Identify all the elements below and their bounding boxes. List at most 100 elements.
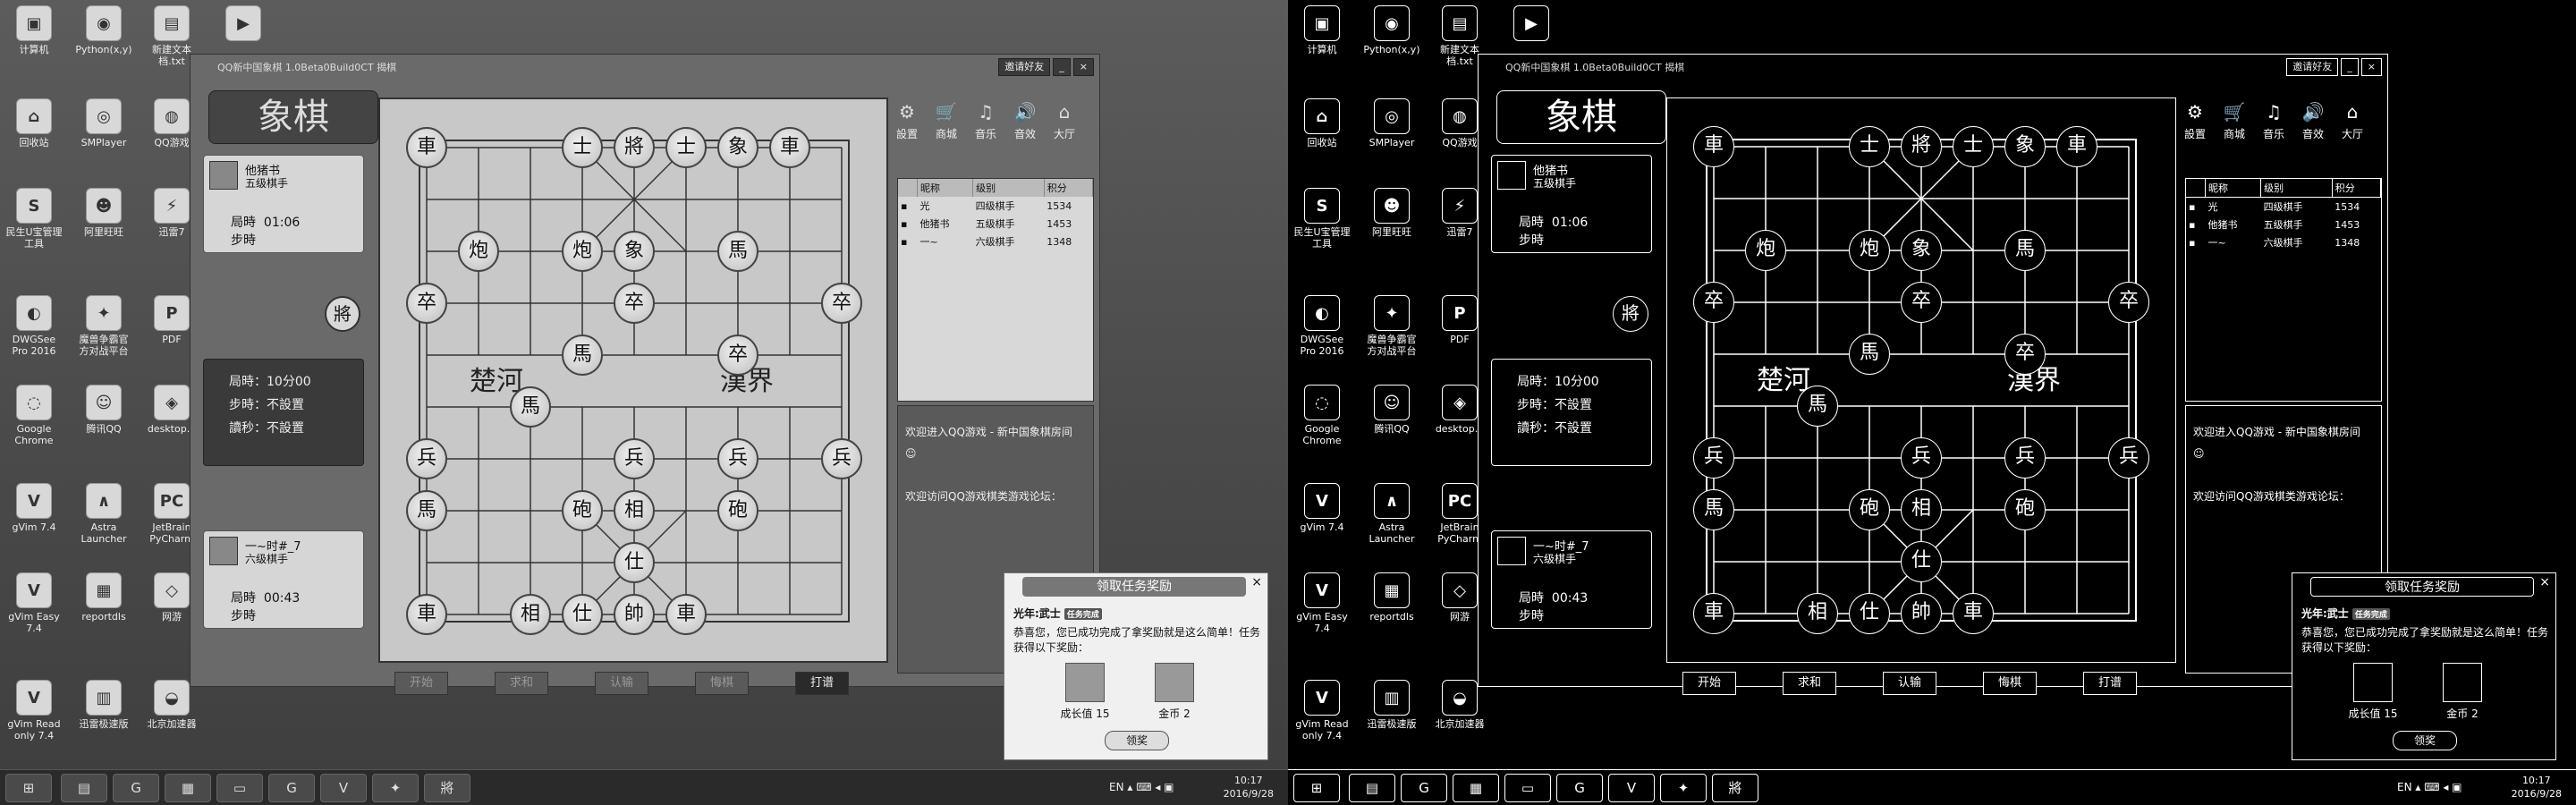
taskbar-app-icon[interactable]: G <box>113 774 159 802</box>
table-row[interactable]: ▪ 一~ 六级棋手 1348 <box>898 233 1093 250</box>
taskbar-app-icon[interactable]: ▦ <box>165 774 211 802</box>
chess-piece[interactable]: 相 <box>1797 593 1838 634</box>
tool-button[interactable]: ⚙ 設置 <box>2178 99 2212 141</box>
chess-piece[interactable]: 車 <box>1693 126 1734 167</box>
chess-piece[interactable]: 車 <box>406 127 447 168</box>
chess-piece[interactable]: 車 <box>1953 593 1994 634</box>
taskbar-app-icon[interactable]: ▭ <box>1504 774 1551 802</box>
clock[interactable]: 10:17 2016/9/28 <box>2512 774 2562 801</box>
popup-close-icon[interactable]: × <box>2539 575 2550 589</box>
chess-board[interactable]: 楚河 漢界 車士將士象車炮炮象馬卒卒卒馬卒馬兵兵兵兵馬砲相砲仕車相仕帥車 <box>378 97 888 663</box>
chess-piece[interactable]: 馬 <box>510 386 551 428</box>
column-header[interactable]: 积分 <box>2332 179 2382 198</box>
chess-piece[interactable]: 卒 <box>717 335 758 376</box>
desktop-icon[interactable]: VgVim Easy 7.4 <box>1293 572 1351 634</box>
chess-piece[interactable]: 相 <box>1901 489 1942 530</box>
chess-piece[interactable]: 將 <box>614 127 655 168</box>
desktop-icon[interactable]: VgVim Easy 7.4 <box>5 572 63 634</box>
chess-piece[interactable]: 炮 <box>1849 230 1890 271</box>
chess-piece[interactable]: 兵 <box>1693 437 1734 479</box>
chess-piece[interactable]: 卒 <box>1901 282 1942 323</box>
taskbar-app-icon[interactable]: 將 <box>424 774 470 802</box>
chess-piece[interactable]: 仕 <box>1849 593 1890 634</box>
chess-piece[interactable]: 帥 <box>614 594 655 635</box>
system-tray-icons[interactable]: EN ▴ ⌨ ◂ ▣ <box>1109 781 1174 793</box>
desktop-icon[interactable]: ⌂ 回收站 <box>1293 98 1351 148</box>
desktop-icon[interactable]: ◉ Python(x,y) <box>1363 5 1420 55</box>
chess-piece[interactable]: 帥 <box>1901 593 1942 634</box>
column-header[interactable] <box>898 179 918 197</box>
tool-button[interactable]: ♫ 音乐 <box>2257 99 2291 141</box>
desktop-icon[interactable]: ∧ Astra Launcher <box>1363 483 1420 545</box>
chess-piece[interactable]: 砲 <box>1849 489 1890 530</box>
popup-close-icon[interactable]: × <box>1251 575 1262 589</box>
desktop-icon[interactable]: S 民生U宝管理 工具 <box>1293 188 1351 250</box>
chess-piece[interactable]: 卒 <box>614 283 655 324</box>
table-row[interactable]: ▪ 一~ 六级棋手 1348 <box>2186 233 2381 251</box>
board-action-button[interactable]: 认输 <box>595 672 648 695</box>
chess-piece[interactable]: 馬 <box>717 231 758 272</box>
chess-piece[interactable]: 卒 <box>2004 334 2046 375</box>
taskbar-app-icon[interactable]: V <box>1608 774 1655 802</box>
desktop-icon[interactable]: ◐ DWGSee Pro 2016 <box>1293 295 1351 357</box>
desktop-icon[interactable]: ◎ SMPlayer <box>75 98 132 148</box>
claim-reward-button[interactable]: 领奖 <box>2393 731 2457 750</box>
tool-button[interactable]: 🛒 商城 <box>2217 99 2251 141</box>
desktop-icon[interactable]: ◐ DWGSee Pro 2016 <box>5 295 63 357</box>
minimize-button[interactable]: _ <box>2341 58 2359 76</box>
chess-piece[interactable]: 卒 <box>406 283 447 324</box>
column-header[interactable]: 积分 <box>1044 179 1094 197</box>
player-list[interactable]: 昵称 级别 积分 ▪ 光 四级棋手 1534 ▪ 他猪书 五级棋手 1453 ▪ 一~ 六级棋手 1348 <box>897 178 1094 402</box>
desktop-icon[interactable]: ✦ 魔兽争霸官 方对战平台 <box>1363 295 1420 357</box>
desktop-icon[interactable]: ▶ <box>1503 5 1560 44</box>
chess-piece[interactable]: 仕 <box>1901 541 1942 582</box>
desktop-icon[interactable]: ◉ Python(x,y) <box>75 5 132 55</box>
taskbar-app-icon[interactable]: ⊞ <box>5 774 52 802</box>
board-action-button[interactable]: 开始 <box>394 672 448 695</box>
board-action-button[interactable]: 打谱 <box>2083 672 2137 695</box>
desktop-icon[interactable]: ⌂ 回收站 <box>5 98 63 148</box>
claim-reward-button[interactable]: 领奖 <box>1105 731 1169 750</box>
chess-piece[interactable]: 馬 <box>2004 230 2046 271</box>
tool-button[interactable]: ⌂ 大厅 <box>2335 99 2369 141</box>
close-button[interactable]: × <box>1072 58 1094 76</box>
board-action-button[interactable]: 打谱 <box>795 672 849 695</box>
taskbar-app-icon[interactable]: ▦ <box>1453 774 1499 802</box>
desktop-icon[interactable]: ∧ Astra Launcher <box>75 483 132 545</box>
taskbar-app-icon[interactable]: V <box>320 774 367 802</box>
column-header[interactable] <box>2186 179 2206 198</box>
board-action-button[interactable]: 求和 <box>495 672 548 695</box>
chess-piece[interactable]: 炮 <box>1745 230 1786 271</box>
taskbar-app-icon[interactable]: G <box>1556 774 1603 802</box>
invite-friends-button[interactable]: 邀请好友 <box>2286 58 2339 76</box>
table-row[interactable]: ▪ 他猪书 五级棋手 1453 <box>2186 216 2381 233</box>
taskbar-app-icon[interactable]: ▭ <box>216 774 263 802</box>
minimize-button[interactable]: _ <box>1053 58 1071 76</box>
chess-piece[interactable]: 馬 <box>1693 489 1734 530</box>
chess-piece[interactable]: 兵 <box>717 438 758 479</box>
desktop-icon[interactable]: VgVim 7.4 <box>1293 483 1351 533</box>
column-header[interactable]: 昵称 <box>2205 179 2262 198</box>
chess-game-window[interactable]: QQ新中国象棋 1.0Beta0Build0CT 揭棋 邀请好友 _ × 象棋 … <box>190 54 1100 695</box>
chess-piece[interactable]: 兵 <box>1901 437 1942 479</box>
chess-piece[interactable]: 車 <box>2056 126 2097 167</box>
desktop-icon[interactable]: ◎ SMPlayer <box>1363 98 1420 148</box>
chess-piece[interactable]: 士 <box>562 127 603 168</box>
chess-piece[interactable]: 車 <box>1693 593 1734 634</box>
chess-piece[interactable]: 炮 <box>458 231 499 272</box>
chess-piece[interactable]: 砲 <box>717 490 758 531</box>
column-header[interactable]: 级别 <box>972 179 1045 197</box>
desktop-icon[interactable]: ✦ 魔兽争霸官 方对战平台 <box>75 295 132 357</box>
board-action-button[interactable]: 悔棋 <box>695 672 749 695</box>
desktop-icon[interactable]: ▥ 迅雷极速版 <box>75 680 132 730</box>
chess-piece[interactable]: 炮 <box>562 231 603 272</box>
chess-game-window[interactable]: QQ新中国象棋 1.0Beta0Build0CT 揭棋 邀请好友 _ × 象棋 … <box>1478 54 2388 695</box>
taskbar-app-icon[interactable]: G <box>268 774 315 802</box>
table-row[interactable]: ▪ 光 四级棋手 1534 <box>2186 198 2381 216</box>
chess-piece[interactable]: 砲 <box>2004 489 2046 530</box>
desktop-icon[interactable]: ◌ Google Chrome <box>5 385 63 446</box>
player-list[interactable]: 昵称 级别 积分 ▪ 光 四级棋手 1534 ▪ 他猪书 五级棋手 1453 ▪ 一~ 六级棋手 1348 <box>2185 178 2382 402</box>
close-button[interactable]: × <box>2360 58 2382 76</box>
chess-piece[interactable]: 象 <box>1901 230 1942 271</box>
tool-button[interactable]: 🔊 音效 <box>1008 99 1042 141</box>
